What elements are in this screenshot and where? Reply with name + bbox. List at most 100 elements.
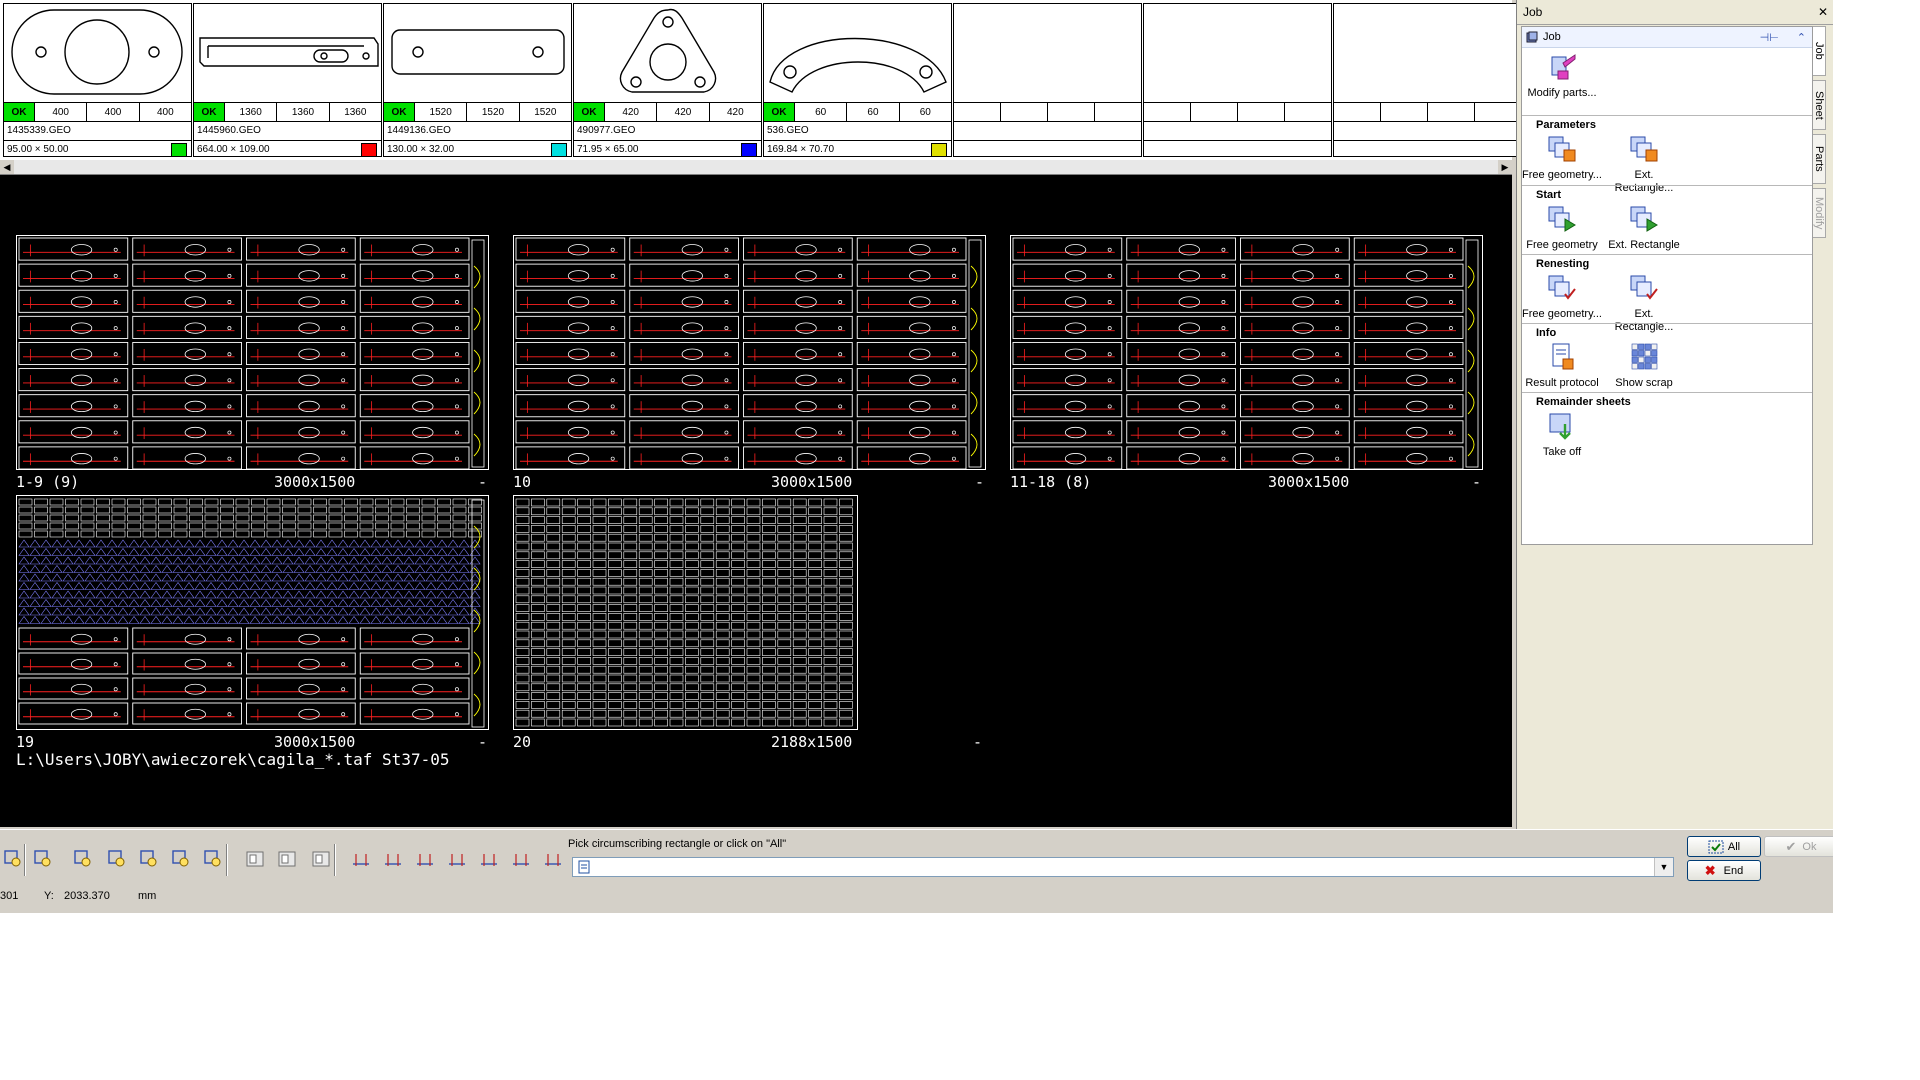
quantity-cell (1048, 103, 1095, 121)
sheet-view-icon[interactable] (242, 846, 268, 872)
sheet-id-label: 19 (16, 733, 35, 751)
sheet-layout[interactable] (513, 235, 986, 470)
sheet-layout[interactable] (513, 495, 858, 730)
panel-tab[interactable]: Sheet (1813, 80, 1826, 130)
part-quantities: OK 420 420 420 (574, 102, 761, 122)
section-divider (1522, 323, 1812, 324)
part-file-name: 1445960.GEO (197, 125, 261, 136)
end-button[interactable]: ✖ End (1687, 860, 1761, 881)
pin-icon[interactable]: ⊣⊢ (1760, 31, 1779, 44)
part-dimensions: 95.00 × 50.00 (4, 140, 191, 158)
section-title: Parameters (1536, 119, 1596, 131)
quantity-cell (1285, 103, 1331, 121)
sheet-layout[interactable] (16, 235, 489, 470)
nesting-canvas[interactable]: L:\Users\JOBY\awieczorek\cagila_*.taf St… (0, 175, 1512, 827)
measure-icon[interactable] (308, 846, 334, 872)
part-preview (11, 9, 183, 95)
all-button[interactable]: All (1687, 836, 1761, 857)
ext-rectangle-renest-icon (1630, 275, 1658, 300)
part-tile[interactable]: OK 1360 1360 1360 1445960.GEO 664.00 × 109.00 (193, 3, 382, 157)
part-dimensions-text: 71.95 × 65.00 (577, 144, 639, 155)
part-dimensions-text: 130.00 × 32.00 (387, 144, 455, 155)
quantity-cell (1475, 103, 1521, 121)
part-quantities: OK 60 60 60 (764, 102, 951, 122)
part-file-name: 1449136.GEO (387, 125, 451, 136)
scroll-left-button[interactable]: ◀ (0, 160, 14, 174)
section-divider (1522, 185, 1812, 186)
free-geometry-params-icon (1548, 136, 1576, 162)
empty-quantities (1334, 102, 1521, 122)
sheet-layout[interactable] (1010, 235, 1483, 470)
zoom-window-icon[interactable] (70, 846, 96, 872)
close-panel-icon[interactable]: ✕ (1818, 5, 1828, 19)
dim-horizontal-icon[interactable] (348, 846, 374, 872)
section-title: Renesting (1536, 258, 1590, 270)
zoom-select-icon[interactable] (168, 846, 194, 872)
dim-angle-icon[interactable] (508, 846, 534, 872)
tool-button[interactable]: Ext. Rectangle (1604, 203, 1684, 252)
tool-label: Modify parts... (1527, 87, 1597, 99)
tool-button[interactable]: Free geometry... (1522, 133, 1602, 182)
collapse-icon[interactable]: ⌃ (1797, 31, 1806, 44)
panel-tab[interactable]: Job (1813, 26, 1826, 76)
part-tile[interactable]: OK 1520 1520 1520 1449136.GEO 130.00 × 32.00 (383, 3, 572, 157)
empty-dimensions (954, 140, 1141, 158)
part-color-swatch (741, 142, 757, 157)
sheet-layout[interactable] (16, 495, 489, 730)
tool-label: Free geometry... (1522, 308, 1602, 320)
part-tile[interactable]: OK 60 60 60 536.GEO 169.84 × 70.70 (763, 3, 952, 157)
part-color-swatch (931, 142, 947, 157)
zoom-pick-icon[interactable] (200, 846, 226, 872)
dim-vertical-icon[interactable] (380, 846, 406, 872)
panel-tab[interactable]: Parts (1813, 134, 1826, 184)
part-tile[interactable]: OK 420 420 420 490977.GEO 71.95 × 65.00 (573, 3, 762, 157)
pan-icon[interactable] (136, 846, 162, 872)
ext-rectangle-params-icon (1630, 136, 1658, 162)
parts-strip-scrollbar[interactable]: ◀ ▶ (0, 160, 1512, 175)
panel-tab[interactable]: Modify (1813, 188, 1826, 238)
empty-part-tile[interactable] (1333, 3, 1522, 157)
dim-distance-icon[interactable] (412, 846, 438, 872)
job-icon (1526, 31, 1538, 43)
sheet-frame-icon[interactable] (274, 846, 300, 872)
tool-button[interactable]: Ext. Rectangle... (1604, 272, 1684, 334)
sheet-nesting-drawing (515, 237, 982, 469)
job-side-panel: Job ✕ Job ⊣⊢ ⌃ Modify parts... Parameters… (1516, 0, 1833, 913)
part-tile[interactable]: OK 400 400 400 1435339.GEO 95.00 × 50.00 (3, 3, 192, 157)
empty-part-tile[interactable] (953, 3, 1142, 157)
part-preview (769, 37, 947, 93)
empty-part-tile[interactable] (1143, 3, 1332, 157)
part-dimensions-text: 95.00 × 50.00 (7, 144, 69, 155)
side-panel-titlebar: Job ✕ (1517, 0, 1833, 25)
ok-status-badge: OK (764, 103, 795, 121)
quantity-cell: 1360 (277, 103, 330, 121)
chevron-down-icon[interactable]: ▼ (1654, 858, 1673, 876)
quantity-cell: 1520 (534, 106, 557, 118)
tool-label: Free geometry (1526, 239, 1598, 251)
quantity-cell (1001, 103, 1048, 121)
zoom-in-icon[interactable] (104, 846, 130, 872)
scroll-right-button[interactable]: ▶ (1498, 160, 1512, 174)
part-dimensions-text: 169.84 × 70.70 (767, 144, 835, 155)
empty-dimensions (1334, 140, 1521, 158)
draw-icon[interactable] (30, 846, 56, 872)
quantity-cell: 1360 (344, 106, 367, 118)
status-y-value: 2033.370 (64, 890, 110, 902)
dim-width-icon[interactable] (540, 846, 566, 872)
layers-icon[interactable] (0, 846, 26, 872)
tool-button[interactable]: Modify parts... (1522, 51, 1602, 100)
command-history-icon[interactable] (577, 860, 591, 874)
command-input[interactable] (597, 858, 1661, 876)
tool-button[interactable]: Take off (1522, 410, 1602, 459)
quantity-cell: 60 (847, 103, 900, 121)
toolbar-separator (334, 844, 336, 876)
tool-button[interactable]: Free geometry... (1522, 272, 1602, 321)
tool-button[interactable]: Show scrap (1604, 341, 1684, 390)
sheet-dash-label: - (478, 473, 488, 491)
dim-stack-icon[interactable] (444, 846, 470, 872)
tool-button[interactable]: Result protocol (1522, 341, 1602, 390)
ok-button[interactable]: ✔ Ok (1764, 836, 1833, 857)
toolbar-separator (226, 844, 228, 876)
tool-button[interactable]: Free geometry (1522, 203, 1602, 252)
dim-radius-icon[interactable] (476, 846, 502, 872)
